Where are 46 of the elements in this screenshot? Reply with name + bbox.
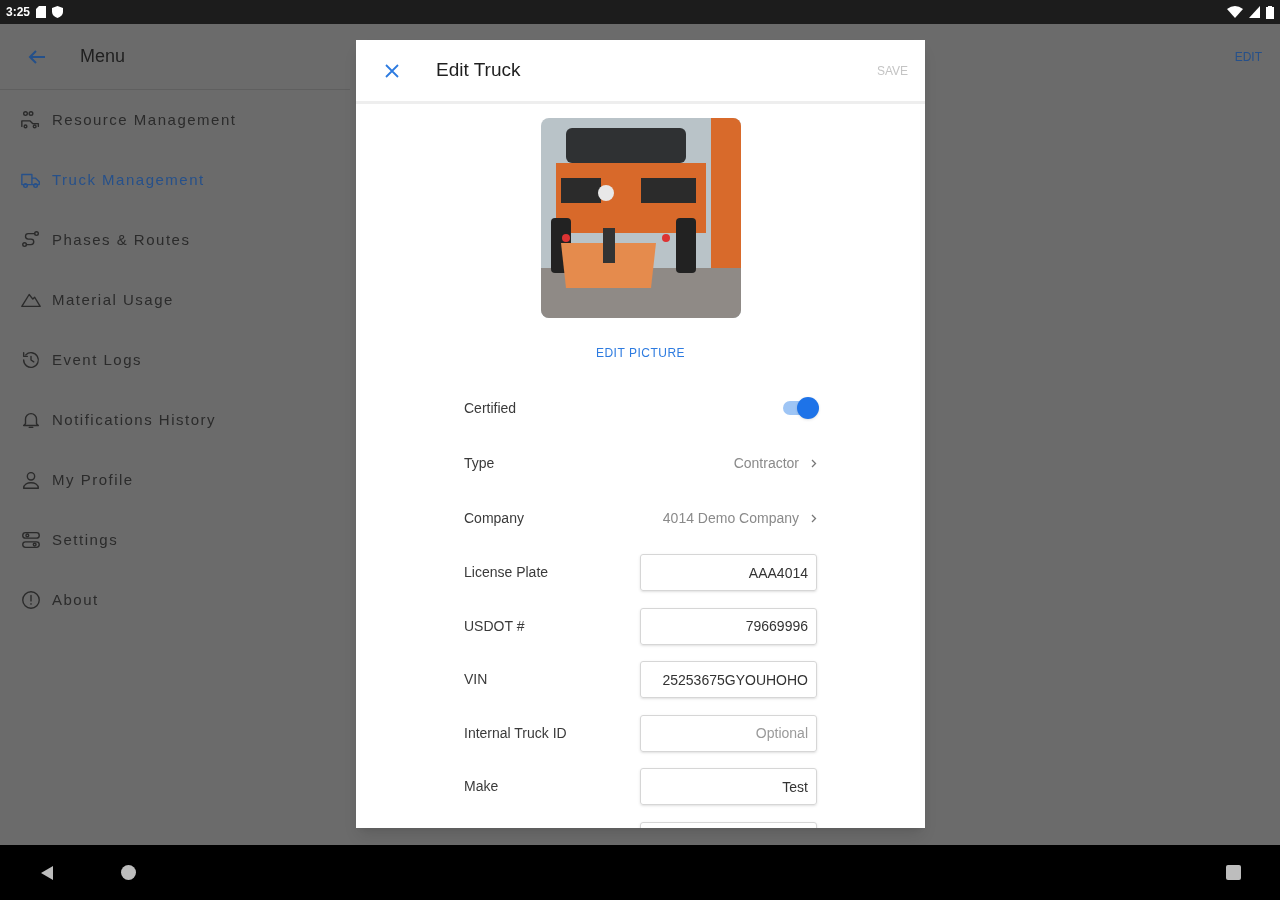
sidebar-item[interactable]: Phases & Routes — [0, 210, 350, 270]
edit-picture-link[interactable]: EDIT PICTURE — [595, 344, 686, 362]
dialog-title: Edit Truck — [436, 58, 521, 83]
close-icon — [384, 62, 400, 79]
triangle-back-icon — [40, 864, 54, 881]
person-icon — [20, 469, 42, 491]
input-field[interactable]: AAA4014 — [640, 554, 817, 592]
field-label: Make — [464, 777, 499, 797]
home-button[interactable] — [121, 865, 136, 880]
input-field[interactable]: 25253675GYOUHOHO — [640, 661, 817, 699]
people-truck-icon — [20, 109, 42, 131]
sidebar-item[interactable]: Notifications History — [0, 390, 350, 450]
settings-icon — [20, 529, 42, 551]
wifi-icon — [1227, 6, 1243, 18]
sidebar-item[interactable]: About — [0, 570, 350, 630]
sidebar-item[interactable]: Settings — [0, 510, 350, 570]
clock: 3:25 — [6, 4, 31, 21]
select-field[interactable]: Contractor — [733, 453, 817, 474]
chevron-right-icon — [811, 514, 817, 523]
history-icon — [20, 349, 42, 371]
sidebar-item[interactable]: Resource Management — [0, 90, 350, 150]
shield-icon — [52, 6, 64, 18]
back-nav-button[interactable] — [40, 864, 56, 881]
select-field[interactable]: 4014 Demo Company — [662, 508, 817, 529]
field-label: Type — [464, 454, 495, 473]
input-field[interactable]: Optional — [640, 714, 817, 752]
field-label: Company — [464, 509, 524, 528]
field-label: Internal Truck ID — [464, 723, 567, 743]
info-icon — [20, 589, 42, 611]
back-arrow-icon — [28, 48, 46, 65]
edit-button[interactable]: EDIT — [1234, 48, 1262, 66]
sidebar-item[interactable]: Event Logs — [0, 330, 350, 390]
sidebar-item[interactable]: Truck Management — [0, 150, 350, 210]
battery-icon — [1266, 5, 1274, 19]
input-field[interactable]: 79669996 — [640, 607, 817, 645]
field-label: License Plate — [464, 563, 549, 583]
chevron-right-icon — [811, 459, 817, 468]
menu-title: Menu — [80, 45, 126, 68]
sidebar-item[interactable]: My Profile — [0, 450, 350, 510]
sd-card-icon — [36, 6, 47, 18]
sidebar-item[interactable]: Material Usage — [0, 270, 350, 330]
field-label: Certified — [464, 398, 517, 418]
signal-icon — [1249, 6, 1260, 18]
field-label: USDOT # — [464, 616, 525, 636]
input-field[interactable]: Test — [640, 768, 817, 806]
field-label: VIN — [464, 670, 488, 690]
